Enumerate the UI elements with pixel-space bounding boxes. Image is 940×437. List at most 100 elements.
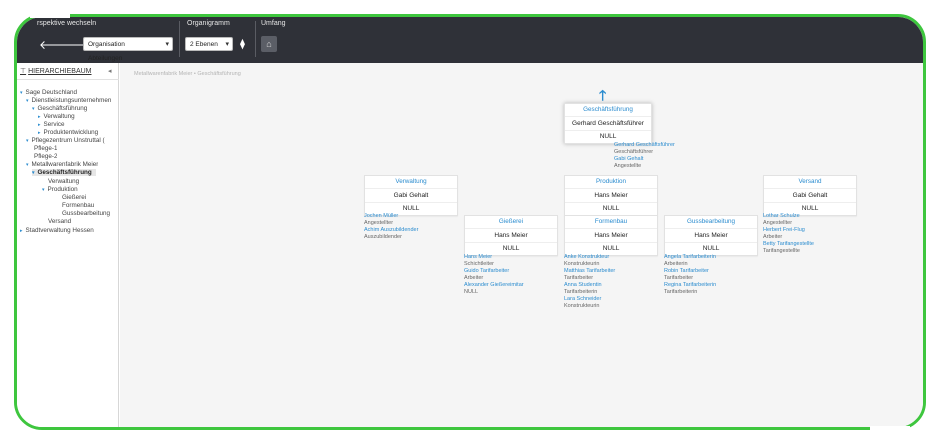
member-name[interactable]: Guido Tarifarbeiter [464, 268, 524, 275]
member-role: Angestellter [763, 220, 793, 226]
member-role: Konstrukteurin [564, 261, 600, 267]
app-window: rspektive wechseln 🡐 🡒 Organisation Abte… [14, 14, 926, 430]
tree-item[interactable]: ▾ Pflegezentrum Unstruttal ( [26, 137, 105, 144]
member-role: Schichtleiter [464, 261, 494, 267]
member-name[interactable]: Gerhard Geschäftsführer [614, 142, 675, 149]
member-list: Angela Tarifarbeiterin Arbeiterin Robin … [664, 254, 716, 296]
org-card-produktion[interactable]: Produktion Hans Meier NULL [564, 175, 658, 216]
tree-item[interactable]: Verwaltung [48, 178, 79, 185]
member-name[interactable]: Lara Schneider [564, 296, 615, 303]
org-card-dept: Verwaltung [365, 176, 457, 189]
org-card-null: NULL [602, 205, 620, 212]
orgchart-label: Organigramm [187, 20, 230, 27]
member-role: Konstrukteurin [564, 303, 600, 309]
tree-item[interactable]: Versand [48, 218, 71, 225]
org-card-manager: Gerhard Geschäftsführer [565, 117, 651, 131]
breadcrumb: Metallwarenfabrik Meier • Geschäftsführu… [134, 71, 241, 77]
org-card-gussbearbeitung[interactable]: Gussbearbeitung Hans Meier NULL [664, 215, 758, 256]
member-list: Anke Konstrukteur Konstrukteurin Matthia… [564, 254, 615, 310]
tree-item[interactable]: Pflege-1 [34, 145, 57, 152]
org-card-dept: Geschäftsführung [565, 104, 651, 117]
member-name[interactable]: Robin Tarifarbeiter [664, 268, 716, 275]
member-list: Gerhard Geschäftsführer Geschäftsführer … [614, 142, 675, 170]
member-role: Tarifarbeiterin [564, 289, 598, 295]
divider [17, 79, 119, 80]
org-card-formenbau[interactable]: Formenbau Hans Meier NULL [564, 215, 658, 256]
member-role: Tarifarbeiter [664, 275, 694, 281]
collapse-sidebar-icon[interactable]: ◂ [108, 67, 112, 75]
toolbar: rspektive wechseln 🡐 🡒 Organisation Abte… [17, 17, 923, 63]
member-list: Jochen Müller Angestellter Achim Auszubi… [364, 213, 418, 241]
member-name[interactable]: Angela Tarifarbeiterin [664, 254, 716, 261]
frame-gap [870, 426, 910, 434]
org-card-versand[interactable]: Versand Gabi Gehalt NULL [763, 175, 857, 216]
member-role: Angestellte [614, 163, 642, 169]
member-role: NULL [464, 289, 479, 295]
tree-icon: ⊤ [20, 68, 27, 75]
member-name[interactable]: Hans Meier [464, 254, 524, 261]
org-card-manager: Hans Meier [465, 229, 557, 243]
org-card-dept: Gussbearbeitung [665, 216, 757, 229]
tree-item[interactable]: ▸ Produktentwicklung [38, 129, 98, 136]
member-list: Lothar Schulze Angestellter Herbert Frei… [763, 213, 814, 255]
tree-item[interactable]: ▸ Stadtverwaltung Hessen [20, 227, 94, 234]
hierarchy-sidebar: ⊤ HIERARCHIEBAUM ◂ ▾ Sage Deutschland ▾ Die… [17, 63, 119, 427]
org-card-verwaltung[interactable]: Verwaltung Gabi Gehalt NULL [364, 175, 458, 216]
org-card-manager: Hans Meier [565, 229, 657, 243]
tree-item[interactable]: Gießerei [62, 194, 86, 201]
levels-select-value: 2 Ebenen [190, 41, 218, 48]
member-role: Tarifarbeiterin [664, 289, 698, 295]
hierarchy-title: ⊤ HIERARCHIEBAUM ◂ [20, 67, 112, 75]
hierarchy-icon[interactable]: ⧫ [240, 39, 245, 51]
tree-item[interactable]: Pflege-2 [34, 153, 57, 160]
scope-icon[interactable]: ⌂ [261, 36, 277, 52]
tree-item[interactable]: ▾ Metallwarenfabrik Meier [26, 161, 98, 168]
member-role: Arbeiterin [664, 261, 688, 267]
frame-gap [30, 10, 70, 18]
member-role: Arbeiter [763, 234, 783, 240]
hierarchy-title-text: HIERARCHIEBAUM [28, 68, 92, 75]
org-card-manager: Gabi Gehalt [365, 189, 457, 203]
member-name[interactable]: Jochen Müller [364, 213, 418, 220]
member-name[interactable]: Anna Studentin [564, 282, 615, 289]
member-role: Tarifangestellte [763, 248, 800, 254]
tree-item[interactable]: ▾ Produktion [42, 186, 78, 193]
org-card-geschaeftsfuehrung[interactable]: Geschäftsführung Gerhard Geschäftsführer… [564, 103, 652, 144]
perspective-select[interactable]: Organisation Abteilungen ▾ [83, 37, 173, 62]
member-name[interactable]: Herbert Frei-Flug [763, 227, 814, 234]
org-card-dept: Versand [764, 176, 856, 189]
org-card-manager: Hans Meier [565, 189, 657, 203]
tree-item[interactable]: ▾ Dienstleistungsunternehmen [26, 97, 111, 104]
levels-select[interactable]: 2 Ebenen ▾ [185, 37, 233, 51]
tree-item[interactable]: Formenbau [62, 202, 94, 209]
member-name[interactable]: Gabi Gehalt [614, 156, 675, 163]
member-name[interactable]: Achim Auszubildender [364, 227, 418, 234]
scope-label: Umfang [261, 20, 286, 27]
tree-item[interactable]: Gussbearbeitung [62, 210, 110, 217]
toolbar-divider [179, 21, 180, 57]
member-name[interactable]: Matthias Tarifarbeiter [564, 268, 615, 275]
member-list: Hans Meier Schichtleiter Guido Tarifarbe… [464, 254, 524, 296]
member-name[interactable]: Lothar Schulze [763, 213, 814, 220]
member-name[interactable]: Anke Konstrukteur [564, 254, 615, 261]
org-card-giesserei[interactable]: Gießerei Hans Meier NULL [464, 215, 558, 256]
tree-item[interactable]: ▾ Sage Deutschland [20, 89, 77, 96]
org-card-manager: Hans Meier [665, 229, 757, 243]
member-role: Tarifarbeiter [564, 275, 594, 281]
tree-item-selected[interactable]: ▾ Geschäftsführung [32, 169, 96, 176]
tree-item[interactable]: ▸ Service [38, 121, 65, 128]
member-role: Angestellter [364, 220, 394, 226]
tree-item[interactable]: ▾ Geschäftsführung [32, 105, 87, 112]
perspective-label: rspektive wechseln [37, 20, 97, 27]
tree-item[interactable]: ▸ Verwaltung [38, 113, 75, 120]
member-name[interactable]: Betty Tarifangestellte [763, 241, 814, 248]
member-role: Geschäftsführer [614, 149, 654, 155]
member-role: Auszubildender [364, 234, 402, 240]
member-name[interactable]: Alexander Gießereimitar [464, 282, 524, 289]
chevron-down-icon: ▾ [165, 41, 169, 48]
org-card-dept: Gießerei [465, 216, 557, 229]
member-name[interactable]: Regina Tarifarbeiterin [664, 282, 716, 289]
toolbar-divider [255, 21, 256, 57]
member-role: Arbeiter [464, 275, 484, 281]
chevron-down-icon: ▾ [225, 41, 229, 48]
